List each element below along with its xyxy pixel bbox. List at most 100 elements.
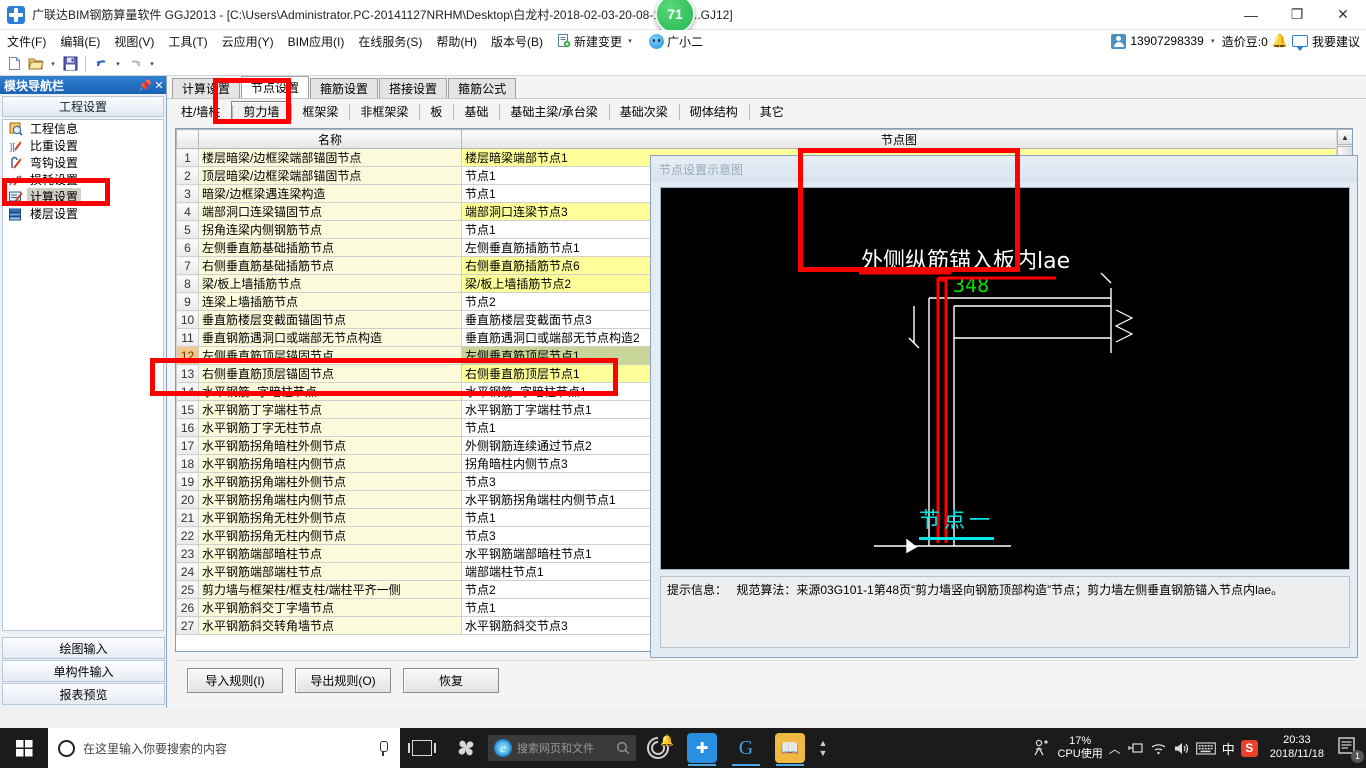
search-input[interactable]: 在这里输入你要搜索的内容 [83,740,368,757]
new-document-button[interactable] [4,54,24,74]
row-name-cell[interactable]: 水平钢筋丁字端柱节点 [198,400,462,419]
chevron-up-icon[interactable]: ︿ [1109,740,1121,757]
redo-chevron-down-icon[interactable]: ▾ [147,60,157,68]
row-index-cell[interactable]: 16 [176,418,199,437]
column-header-name[interactable]: 名称 [198,129,462,149]
row-index-cell[interactable]: 3 [176,184,199,203]
menu-help[interactable]: 帮助(H) [429,31,484,52]
account-label[interactable]: 13907298339 [1130,34,1203,48]
sidebar-item-calc-setting[interactable]: 计算设置 [3,188,163,205]
beans-label[interactable]: 造价豆:0 [1222,33,1268,50]
draw-input-button[interactable]: 绘图输入 [2,637,165,659]
undo-chevron-down-icon[interactable]: ▾ [113,60,123,68]
sogou-ime-icon[interactable]: S [1240,739,1258,757]
tab-shear-wall[interactable]: 剪力墙 [231,100,292,123]
import-rules-button[interactable]: 导入规则(I) [187,668,283,693]
close-button[interactable]: ✕ [1320,0,1366,30]
wifi-icon[interactable] [1150,741,1167,756]
row-name-cell[interactable]: 水平钢筋拐角无柱内侧节点 [198,526,462,545]
row-index-cell[interactable]: 1 [176,148,199,167]
cpu-usage-indicator[interactable]: 17% CPU使用 [1057,735,1102,760]
scroll-down-icon[interactable]: ▼ [819,748,828,758]
row-index-cell[interactable]: 4 [176,202,199,221]
tab-stirrup-formula[interactable]: 箍筋公式 [448,78,517,98]
menu-version[interactable]: 版本号(B) [484,31,550,52]
column-header-node[interactable]: 节点图 [461,129,1337,149]
menu-bim[interactable]: BIM应用(I) [281,31,352,52]
row-index-cell[interactable]: 18 [176,454,199,473]
user-profile-button[interactable]: 广小二 [642,31,710,52]
row-name-cell[interactable]: 水平钢筋斜交转角墙节点 [198,616,462,635]
taskbar-app-dictionary[interactable]: 📖 [768,728,812,768]
account-chevron-down-icon[interactable]: ▾ [1208,37,1218,45]
export-rules-button[interactable]: 导出规则(O) [295,668,391,693]
ie-search-box[interactable]: e 搜索网页和文件 [488,735,636,761]
notification-center-button[interactable]: 1 [1336,735,1364,763]
row-name-cell[interactable]: 垂直钢筋遇洞口或端部无节点构造 [198,328,462,347]
row-index-cell[interactable]: 23 [176,544,199,563]
row-name-cell[interactable]: 垂直筋楼层变截面锚固节点 [198,310,462,329]
row-index-cell[interactable]: 11 [176,328,199,347]
row-name-cell[interactable]: 剪力墙与框架柱/框支柱/端柱平齐一侧 [198,580,462,599]
bell-icon[interactable]: 🔔 [1272,33,1288,49]
row-index-cell[interactable]: 21 [176,508,199,527]
row-name-cell[interactable]: 梁/板上墙插筋节点 [198,274,462,293]
row-index-cell[interactable]: 12 [176,346,199,365]
tab-node-setting[interactable]: 节点设置 [241,76,310,98]
menu-view[interactable]: 视图(V) [107,31,161,52]
taskbar-search-box[interactable]: 在这里输入你要搜索的内容 [48,728,400,768]
column-header-index[interactable] [176,129,199,149]
taskbar-app-browser[interactable]: G [724,728,768,768]
row-index-cell[interactable]: 7 [176,256,199,275]
save-button[interactable] [60,54,80,74]
row-index-cell[interactable]: 6 [176,238,199,257]
row-index-cell[interactable]: 24 [176,562,199,581]
row-name-cell[interactable]: 端部洞口连梁锚固节点 [198,202,462,221]
restore-button[interactable]: 恢复 [403,668,499,693]
taskbar-overflow-scroll[interactable]: ▲ ▼ [812,738,834,758]
suggest-label[interactable]: 我要建议 [1312,33,1360,50]
open-chevron-down-icon[interactable]: ▾ [48,60,58,68]
row-name-cell[interactable]: 水平钢筋⌐字暗柱节点 [198,382,462,401]
menu-tools[interactable]: 工具(T) [161,31,214,52]
open-file-button[interactable] [26,54,46,74]
sidebar-item-weight-setting[interactable]: ][ 比重设置 [3,137,163,154]
row-name-cell[interactable]: 水平钢筋端部暗柱节点 [198,544,462,563]
keyboard-icon[interactable] [1195,741,1216,755]
tab-foundation-secondary-beam[interactable]: 基础次梁 [608,101,679,123]
row-name-cell[interactable]: 水平钢筋斜交丁字墙节点 [198,598,462,617]
tab-frame-beam[interactable]: 框架梁 [291,101,349,123]
row-name-cell[interactable]: 顶层暗梁/边框梁端部锚固节点 [198,166,462,185]
pin-icon[interactable]: 📌 [138,79,152,92]
taskbar-clock[interactable]: 20:33 2018/11/18 [1264,734,1330,762]
ie-search-input[interactable]: 搜索网页和文件 [517,740,611,756]
tab-foundation-main-beam[interactable]: 基础主梁/承台梁 [499,101,608,123]
row-name-cell[interactable]: 右侧垂直筋基础插筋节点 [198,256,462,275]
people-icon[interactable] [1031,738,1051,758]
scroll-up-icon[interactable]: ▲ [819,738,828,748]
row-name-cell[interactable]: 水平钢筋拐角端柱内侧节点 [198,490,462,509]
menu-cloud[interactable]: 云应用(Y) [215,31,281,52]
undo-button[interactable] [91,54,111,74]
menu-edit[interactable]: 编辑(E) [53,31,107,52]
ime-language-indicator[interactable]: 中 [1222,739,1235,758]
row-name-cell[interactable]: 右侧垂直筋顶层锚固节点 [198,364,462,383]
row-index-cell[interactable]: 13 [176,364,199,383]
row-name-cell[interactable]: 暗梁/边框梁遇连梁构造 [198,184,462,203]
taskbar-app-spiral[interactable]: 🔔 [636,728,680,768]
taskbar-app-grandsoft[interactable]: ✚ [680,728,724,768]
project-settings-group-header[interactable]: 工程设置 [2,96,164,117]
row-index-cell[interactable]: 9 [176,292,199,311]
row-name-cell[interactable]: 拐角连梁内侧钢筋节点 [198,220,462,239]
row-name-cell[interactable]: 水平钢筋拐角暗柱内侧节点 [198,454,462,473]
row-index-cell[interactable]: 22 [176,526,199,545]
row-index-cell[interactable]: 27 [176,616,199,635]
tab-column-wall-column[interactable]: 柱/墙柱 [170,101,231,123]
row-index-cell[interactable]: 26 [176,598,199,617]
usb-device-icon[interactable] [1127,741,1144,756]
row-index-cell[interactable]: 8 [176,274,199,293]
row-name-cell[interactable]: 水平钢筋拐角无柱外侧节点 [198,508,462,527]
row-name-cell[interactable]: 楼层暗梁/边框梁端部锚固节点 [198,148,462,167]
row-name-cell[interactable]: 连梁上墙插筋节点 [198,292,462,311]
row-index-cell[interactable]: 25 [176,580,199,599]
